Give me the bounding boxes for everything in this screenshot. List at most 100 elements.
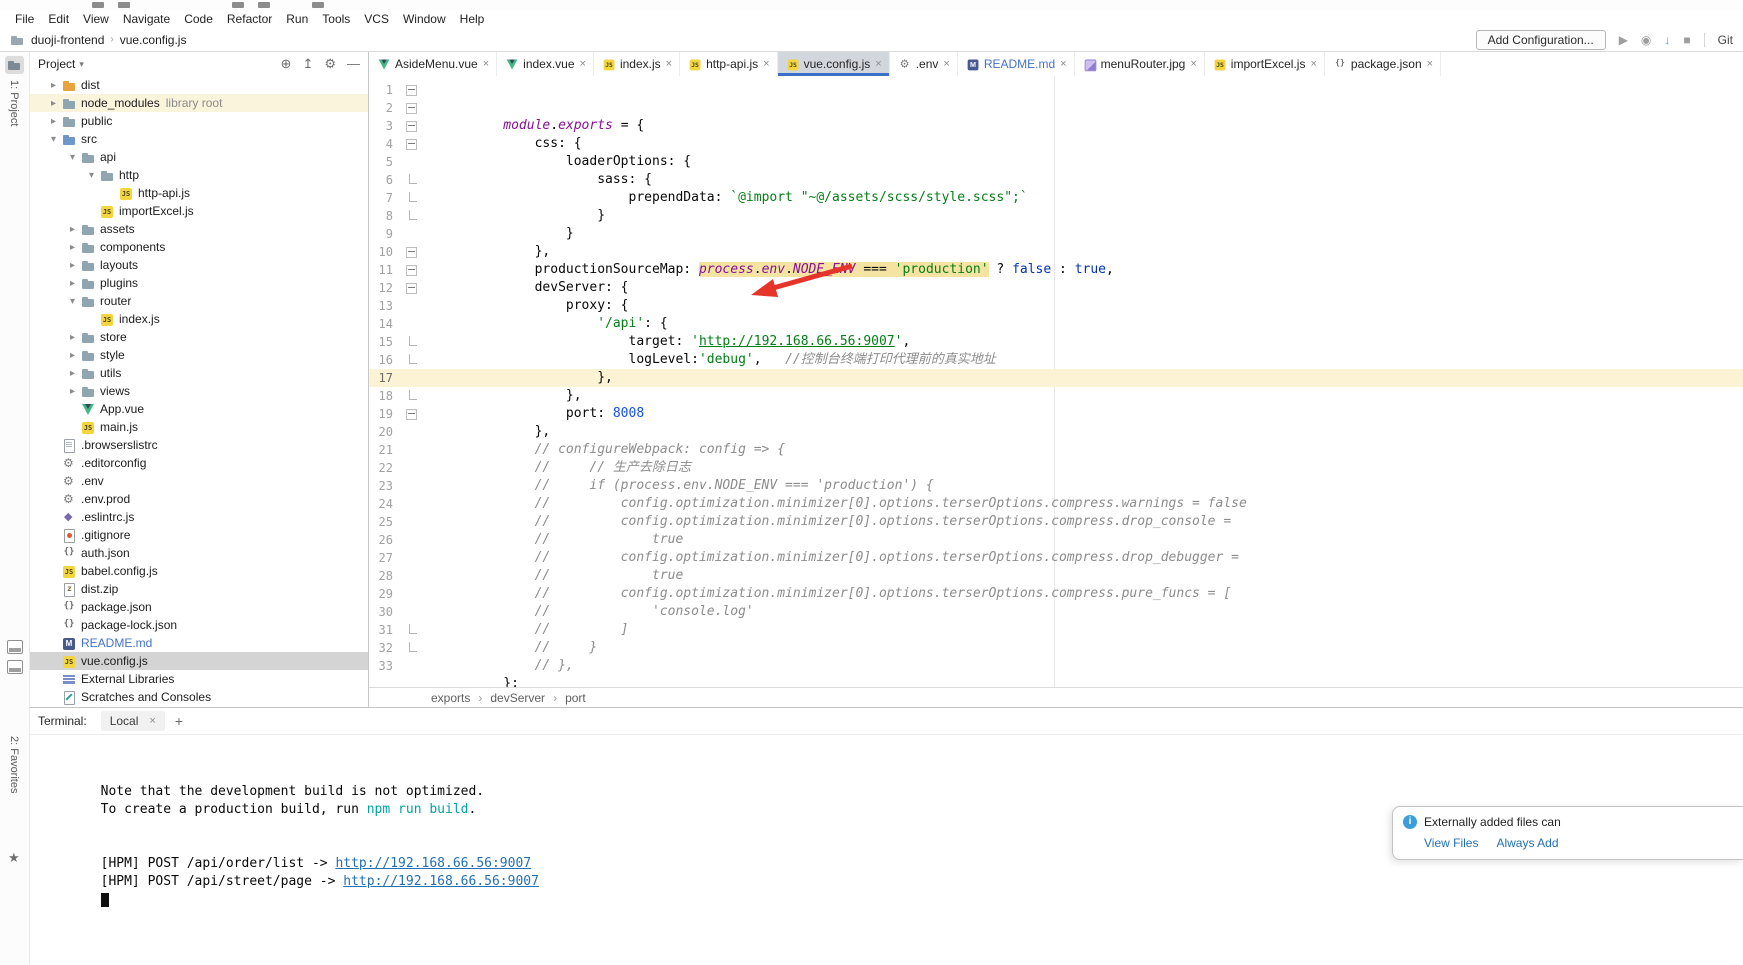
close-tab-icon[interactable] bbox=[1427, 58, 1433, 70]
tree-row[interactable]: ▸ style bbox=[30, 346, 368, 364]
code-line[interactable]: 28 // 'console.log' bbox=[369, 567, 1743, 585]
tree-row[interactable]: main.js bbox=[30, 418, 368, 436]
breadcrumb-file[interactable]: vue.config.js bbox=[120, 33, 187, 47]
menu-item[interactable]: Refactor bbox=[220, 12, 279, 26]
locate-file-icon[interactable] bbox=[281, 56, 292, 72]
code-line[interactable]: 25 // config.optimization.minimizer[0].o… bbox=[369, 513, 1743, 531]
menu-item[interactable]: Navigate bbox=[116, 12, 177, 26]
close-tab-icon[interactable] bbox=[1060, 58, 1066, 70]
tree-row[interactable]: .env bbox=[30, 472, 368, 490]
code-line[interactable]: 30 // } bbox=[369, 603, 1743, 621]
tree-row[interactable]: package.json bbox=[30, 598, 368, 616]
close-tab-icon[interactable] bbox=[483, 58, 489, 70]
fold-icon[interactable] bbox=[406, 247, 417, 258]
terminal-panel-title[interactable]: Terminal: bbox=[38, 714, 87, 728]
close-tab-icon[interactable] bbox=[580, 58, 586, 70]
tree-chevron-icon[interactable]: ▸ bbox=[65, 278, 80, 289]
code-line[interactable]: 1 module.exports = { bbox=[369, 81, 1743, 99]
code-line[interactable]: 17 port: 8008 bbox=[369, 369, 1743, 387]
tree-chevron-icon[interactable]: ▸ bbox=[46, 98, 61, 109]
fold-icon[interactable] bbox=[409, 192, 417, 202]
editor-tab[interactable]: index.vue bbox=[497, 52, 594, 76]
tree-row[interactable]: babel.config.js bbox=[30, 562, 368, 580]
fold-icon[interactable] bbox=[406, 121, 417, 132]
fold-icon[interactable] bbox=[406, 409, 417, 420]
tree-row[interactable]: http-api.js bbox=[30, 184, 368, 202]
menu-item[interactable]: Window bbox=[396, 12, 453, 26]
tree-row[interactable]: ▸ layouts bbox=[30, 256, 368, 274]
close-tab-icon[interactable] bbox=[1190, 58, 1196, 70]
editor-tab[interactable]: package.json bbox=[1325, 52, 1441, 76]
gear-icon[interactable] bbox=[324, 56, 336, 72]
breadcrumb-item[interactable]: port bbox=[565, 691, 602, 705]
project-panel-title[interactable]: Project bbox=[38, 57, 75, 71]
breadcrumb-item[interactable]: exports bbox=[431, 691, 490, 705]
menu-item[interactable]: Edit bbox=[41, 12, 76, 26]
code-line[interactable]: 4 sass: { bbox=[369, 135, 1743, 153]
fold-icon[interactable] bbox=[409, 624, 417, 634]
tree-row[interactable]: ▸ assets bbox=[30, 220, 368, 238]
fold-icon[interactable] bbox=[406, 265, 417, 276]
tree-chevron-icon[interactable]: ▾ bbox=[84, 170, 99, 181]
code-line[interactable]: 27 // config.optimization.minimizer[0].o… bbox=[369, 549, 1743, 567]
editor-tab[interactable]: .env bbox=[890, 52, 958, 76]
tree-chevron-icon[interactable]: ▾ bbox=[65, 152, 80, 163]
code-line[interactable]: 19 // configureWebpack: config => { bbox=[369, 405, 1743, 423]
favorites-tool-button[interactable]: 2: Favorites bbox=[8, 736, 20, 793]
code-line[interactable]: 9 productionSourceMap: process.env.NODE_… bbox=[369, 225, 1743, 243]
code-line[interactable]: 6 } bbox=[369, 171, 1743, 189]
tree-chevron-icon[interactable]: ▸ bbox=[65, 350, 80, 361]
tree-row[interactable]: .browserslistrc bbox=[30, 436, 368, 454]
code-line[interactable]: 15 }, bbox=[369, 333, 1743, 351]
code-line[interactable]: 33 bbox=[369, 657, 1743, 675]
close-terminal-tab-icon[interactable] bbox=[149, 715, 155, 727]
tree-chevron-icon[interactable]: ▸ bbox=[65, 386, 80, 397]
code-line[interactable]: 12 '/api': { bbox=[369, 279, 1743, 297]
notification-action-link[interactable]: View Files bbox=[1424, 836, 1478, 850]
code-line[interactable]: 13 target: 'http://192.168.66.56:9007', bbox=[369, 297, 1743, 315]
git-widget[interactable]: Git bbox=[1718, 33, 1733, 47]
fold-icon[interactable] bbox=[409, 354, 417, 364]
tree-row[interactable]: ▸ utils bbox=[30, 364, 368, 382]
tree-row[interactable]: ▸ node_modules library root bbox=[30, 94, 368, 112]
tree-chevron-icon[interactable]: ▸ bbox=[65, 332, 80, 343]
project-tool-icon[interactable] bbox=[5, 56, 24, 74]
tree-row[interactable]: .editorconfig bbox=[30, 454, 368, 472]
tree-row[interactable]: ▸ public bbox=[30, 112, 368, 130]
fold-icon[interactable] bbox=[406, 139, 417, 150]
terminal-session-tab[interactable]: Local bbox=[101, 711, 165, 731]
fold-icon[interactable] bbox=[409, 642, 417, 652]
tree-row[interactable]: Scratches and Consoles bbox=[30, 688, 368, 706]
tree-row[interactable]: ▸ components bbox=[30, 238, 368, 256]
tree-row[interactable]: ▾ api bbox=[30, 148, 368, 166]
code-line[interactable]: 26 // true bbox=[369, 531, 1743, 549]
tree-chevron-icon[interactable]: ▸ bbox=[65, 368, 80, 379]
fold-icon[interactable] bbox=[409, 174, 417, 184]
code-line[interactable]: 16 }, bbox=[369, 351, 1743, 369]
menu-item[interactable]: Code bbox=[177, 12, 220, 26]
debug-icon[interactable] bbox=[1641, 33, 1651, 47]
tree-row[interactable]: index.js bbox=[30, 310, 368, 328]
menu-item[interactable]: Help bbox=[453, 12, 492, 26]
fold-icon[interactable] bbox=[409, 336, 417, 346]
menu-item[interactable]: VCS bbox=[357, 12, 396, 26]
tree-row[interactable]: App.vue bbox=[30, 400, 368, 418]
close-tab-icon[interactable] bbox=[666, 58, 672, 70]
tree-row[interactable]: External Libraries bbox=[30, 670, 368, 688]
tree-row[interactable]: ▸ dist bbox=[30, 76, 368, 94]
chevron-down-icon[interactable] bbox=[79, 59, 84, 70]
code-line[interactable]: 23 // config.optimization.minimizer[0].o… bbox=[369, 477, 1743, 495]
stop-icon[interactable] bbox=[1683, 33, 1690, 47]
tree-chevron-icon[interactable]: ▾ bbox=[65, 296, 80, 307]
add-configuration-button[interactable]: Add Configuration... bbox=[1476, 30, 1606, 50]
tree-chevron-icon[interactable]: ▸ bbox=[46, 116, 61, 127]
tree-chevron-icon[interactable]: ▸ bbox=[65, 224, 80, 235]
tree-row[interactable]: auth.json bbox=[30, 544, 368, 562]
tree-row[interactable]: .eslintrc.js bbox=[30, 508, 368, 526]
code-line[interactable]: 21 // if (process.env.NODE_ENV === 'prod… bbox=[369, 441, 1743, 459]
editor-tab[interactable]: importExcel.js bbox=[1205, 52, 1325, 76]
tree-row[interactable]: .env.prod bbox=[30, 490, 368, 508]
code-line[interactable]: 20 // // 生产去除日志 bbox=[369, 423, 1743, 441]
hide-panel-icon[interactable] bbox=[347, 56, 360, 72]
close-tab-icon[interactable] bbox=[875, 58, 881, 70]
